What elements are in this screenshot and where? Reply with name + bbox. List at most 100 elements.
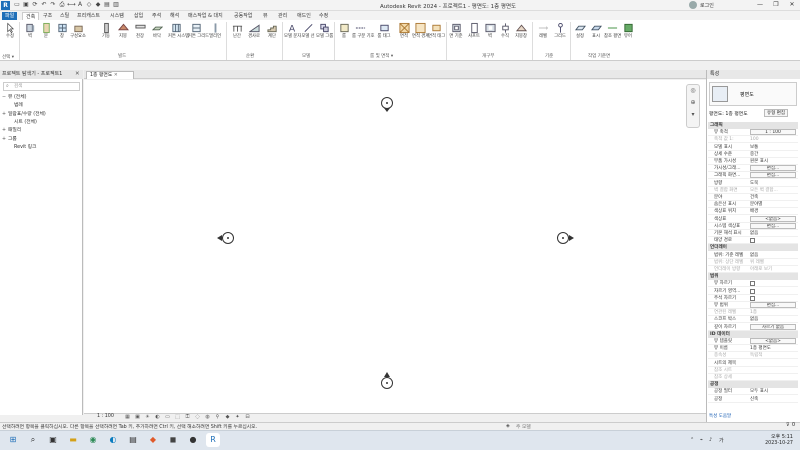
measure-icon[interactable]: ⟷ bbox=[67, 1, 76, 9]
shadows-icon[interactable]: ◐ bbox=[154, 414, 161, 421]
volume-icon[interactable]: ♪ bbox=[709, 437, 712, 443]
model-group-tool[interactable]: 모델 그룹 bbox=[316, 22, 333, 52]
property-button[interactable]: 편집... bbox=[750, 165, 796, 172]
tab-analyze[interactable]: 해석 bbox=[167, 12, 182, 20]
clock-date[interactable]: 2023-10-27 bbox=[755, 441, 793, 446]
zoom-dropdown-icon[interactable]: ▾ bbox=[688, 110, 698, 119]
room-tool[interactable]: 룸 bbox=[336, 22, 352, 52]
property-checkbox[interactable] bbox=[750, 238, 755, 244]
grid-tool[interactable]: 그리드 bbox=[552, 22, 568, 52]
close-icon[interactable]: ✕ bbox=[114, 73, 118, 78]
filter-icon[interactable]: ⊽ bbox=[786, 423, 790, 428]
show-workplane-tool[interactable]: 표시 bbox=[588, 22, 604, 52]
constraints-icon[interactable]: ⊟ bbox=[244, 414, 251, 421]
property-category[interactable]: 범위 bbox=[708, 273, 798, 281]
tab-view[interactable]: 뷰 bbox=[260, 12, 271, 20]
curtain-system-tool[interactable]: 커튼 시스템 bbox=[168, 22, 189, 52]
show-crop-icon[interactable]: ⬚ bbox=[174, 414, 181, 421]
project-browser-search-input[interactable]: 검색 bbox=[3, 82, 80, 91]
section-icon[interactable]: ◆ bbox=[94, 1, 102, 9]
tray-chevron-icon[interactable]: ⌃ bbox=[690, 437, 694, 443]
select-dropdown[interactable]: 선택 ▾ bbox=[2, 54, 14, 60]
clock-time[interactable]: 오후 5:11 bbox=[763, 433, 793, 440]
analytical-model-icon[interactable]: ◆ bbox=[224, 414, 231, 421]
viewer-tool[interactable]: 뷰어 bbox=[620, 22, 636, 52]
tab-precast[interactable]: 프리캐스트 bbox=[74, 12, 103, 20]
windows-start-icon[interactable]: ⊞ bbox=[6, 433, 20, 447]
edge-icon[interactable]: ◐ bbox=[106, 433, 120, 447]
property-checkbox[interactable] bbox=[750, 288, 755, 294]
column-tool[interactable]: 기둥 bbox=[98, 22, 114, 52]
tab-systems[interactable]: 시스템 bbox=[107, 12, 127, 20]
wall-opening-tool[interactable]: 벽 bbox=[482, 22, 498, 52]
property-button[interactable]: 편집... bbox=[750, 302, 796, 308]
window-tool[interactable]: 창 bbox=[54, 22, 70, 52]
model-text-tool[interactable]: A 모델 문자 bbox=[284, 22, 301, 52]
network-icon[interactable]: ⌁ bbox=[700, 437, 703, 443]
vertical-opening-tool[interactable]: 수직 bbox=[497, 22, 513, 52]
component-tool[interactable]: 구성요소 bbox=[70, 22, 86, 52]
tab-massing-site[interactable]: 매스작업 & 대지 bbox=[185, 12, 226, 20]
tab-manage[interactable]: 관리 bbox=[275, 12, 290, 20]
property-checkbox[interactable] bbox=[750, 295, 755, 301]
railing-tool[interactable]: 난간 bbox=[229, 22, 245, 52]
roof-tool[interactable]: 지붕 bbox=[115, 22, 131, 52]
temporary-hide-icon[interactable]: ◌ bbox=[194, 414, 201, 421]
file-explorer-icon[interactable]: ▬ bbox=[66, 433, 80, 447]
visual-style-icon[interactable]: ▣ bbox=[134, 414, 141, 421]
detail-level-icon[interactable]: ▦ bbox=[124, 414, 131, 421]
save-icon[interactable]: ▣ bbox=[22, 1, 30, 9]
3d-view-icon[interactable]: ◇ bbox=[85, 1, 93, 9]
property-button[interactable]: 편집... bbox=[750, 222, 796, 229]
tab-collaborate[interactable]: 공동작업 bbox=[231, 12, 255, 20]
worksharing-icon[interactable]: ⚲ bbox=[214, 414, 221, 421]
property-category[interactable]: 그래픽 bbox=[708, 122, 798, 129]
property-category[interactable]: 언더레이 bbox=[708, 244, 798, 252]
store-icon[interactable]: ▤ bbox=[126, 433, 140, 447]
door-tool[interactable]: 문 bbox=[38, 22, 54, 52]
tab-file[interactable]: 파일 bbox=[2, 12, 18, 20]
room-separator-tool[interactable]: 룸 구분 기호 bbox=[352, 22, 375, 52]
property-checkbox[interactable] bbox=[750, 281, 755, 287]
stair-tool[interactable]: 계단 bbox=[264, 22, 280, 52]
tree-item[interactable]: Revit 링크 bbox=[8, 144, 36, 152]
sign-in-link[interactable]: 로그인 bbox=[700, 2, 714, 9]
property-category[interactable]: 공정 bbox=[708, 381, 798, 389]
property-button[interactable]: <없음> bbox=[750, 338, 796, 344]
edit-type-button[interactable]: 유형 편집 bbox=[764, 109, 788, 117]
properties-help-link[interactable]: 특성 도움말 bbox=[709, 413, 731, 419]
revit-taskbar-icon[interactable]: R bbox=[206, 433, 220, 447]
elevation-marker-west[interactable] bbox=[222, 232, 234, 244]
level-tool[interactable]: 레벨 bbox=[535, 22, 551, 52]
tab-addins[interactable]: 애드인 bbox=[294, 12, 314, 20]
property-button[interactable]: 편집... bbox=[750, 172, 796, 179]
steering-wheel-icon[interactable]: ◎ bbox=[688, 86, 698, 95]
reveal-hidden-icon[interactable]: ◍ bbox=[204, 414, 211, 421]
elevation-marker-south[interactable] bbox=[381, 377, 393, 389]
set-workplane-tool[interactable]: 설정 bbox=[572, 22, 588, 52]
drawing-canvas[interactable] bbox=[84, 80, 706, 413]
properties-filter-dropdown[interactable]: 평면도: 1층 평면도 bbox=[709, 110, 748, 117]
app-icon[interactable]: ◼ bbox=[166, 433, 180, 447]
property-button[interactable]: 자르기 없음 bbox=[750, 323, 796, 330]
area-tag-tool[interactable]: 면적 태그 bbox=[428, 22, 445, 52]
room-tag-tool[interactable]: 룸 태그 bbox=[376, 22, 392, 52]
model-line-tool[interactable]: 모델 선 bbox=[300, 22, 316, 52]
by-face-tool[interactable]: 면 기준 bbox=[448, 22, 464, 52]
tree-item[interactable]: + 그룹 bbox=[2, 136, 17, 144]
elevation-marker-east[interactable] bbox=[557, 232, 569, 244]
property-button[interactable]: 1 : 100 bbox=[750, 129, 796, 136]
sync-icon[interactable]: ⟳ bbox=[31, 1, 39, 9]
tab-structure[interactable]: 구조 bbox=[40, 12, 55, 20]
main-model-selector[interactable]: 주 모델 bbox=[516, 423, 531, 430]
room-area-group-label[interactable]: 룸 및 면적 ▾ bbox=[370, 53, 393, 59]
area-boundary-tool[interactable]: 면적 경계 bbox=[412, 22, 429, 52]
text-icon[interactable]: A bbox=[76, 1, 84, 9]
mullion-tool[interactable]: 멀리언 bbox=[207, 22, 223, 52]
modify-tool-button[interactable]: 수정 bbox=[2, 22, 18, 52]
app-icon[interactable]: ◆ bbox=[146, 433, 160, 447]
curtain-grid-tool[interactable]: 커튼 그리드 bbox=[188, 22, 209, 52]
tab-modify[interactable]: 수정 bbox=[316, 12, 331, 20]
ramp-tool[interactable]: 경사로 bbox=[246, 22, 262, 52]
highlight-icon[interactable]: ✦ bbox=[234, 414, 241, 421]
